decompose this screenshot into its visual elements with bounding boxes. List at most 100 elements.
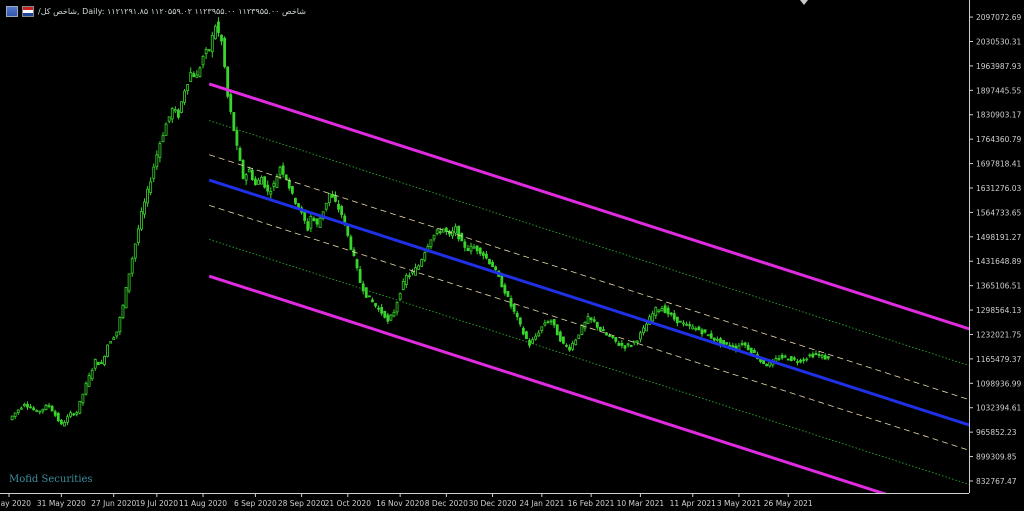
y-tick-label: 1963987.93 bbox=[976, 62, 1022, 71]
candle-body bbox=[466, 248, 470, 251]
candle bbox=[337, 200, 340, 213]
candle-body bbox=[783, 355, 787, 358]
candle bbox=[269, 187, 273, 199]
candle-body bbox=[521, 327, 525, 335]
candle-body bbox=[780, 354, 784, 359]
candle bbox=[558, 330, 562, 343]
candle bbox=[180, 101, 183, 114]
candle-body bbox=[244, 174, 248, 181]
candle bbox=[173, 106, 177, 114]
candle bbox=[349, 234, 353, 251]
candle-body bbox=[469, 245, 473, 252]
x-tick-label: 27 Jun 2020 bbox=[91, 499, 136, 508]
x-tick-label: 16 Nov 2020 bbox=[376, 499, 424, 508]
candle-body bbox=[811, 353, 815, 358]
candle-body bbox=[700, 329, 704, 335]
candle bbox=[355, 258, 359, 271]
candle bbox=[50, 404, 54, 412]
candle-body bbox=[712, 337, 716, 341]
candle-body bbox=[432, 234, 436, 240]
flag-icon[interactable] bbox=[22, 5, 34, 17]
candle-body bbox=[796, 361, 799, 363]
candle bbox=[383, 310, 387, 319]
candle bbox=[814, 350, 818, 355]
candle bbox=[574, 338, 578, 346]
candle-body bbox=[189, 72, 193, 82]
y-tick-label: 1897445.55 bbox=[976, 86, 1022, 95]
candle bbox=[260, 175, 263, 185]
candle-body bbox=[743, 342, 747, 346]
y-tick-label: 1697818.41 bbox=[976, 160, 1022, 169]
candle-body bbox=[133, 243, 137, 259]
candle bbox=[660, 305, 664, 312]
candle-body bbox=[337, 203, 340, 210]
collapse-arrow-icon[interactable] bbox=[800, 0, 808, 5]
candle bbox=[448, 229, 451, 238]
candle bbox=[266, 180, 270, 196]
candle bbox=[826, 356, 830, 361]
candle bbox=[811, 351, 815, 359]
candle-body bbox=[534, 335, 538, 340]
candle-body bbox=[106, 344, 109, 357]
candle-body bbox=[26, 403, 29, 408]
candle-body bbox=[478, 247, 482, 254]
regression-lower-line bbox=[208, 274, 887, 493]
candle bbox=[780, 352, 784, 360]
candle bbox=[19, 406, 23, 410]
candle-body bbox=[266, 184, 270, 192]
candle-body bbox=[235, 130, 239, 146]
candle-body bbox=[488, 258, 491, 265]
candle-body bbox=[589, 317, 593, 321]
candle-body bbox=[562, 336, 565, 344]
candle-body bbox=[722, 340, 725, 345]
candle bbox=[213, 24, 217, 40]
candle bbox=[38, 410, 42, 415]
candle bbox=[358, 265, 362, 283]
candle bbox=[506, 290, 510, 298]
candle-body bbox=[364, 287, 368, 298]
candle-body bbox=[768, 361, 772, 367]
candle-body bbox=[512, 304, 516, 312]
candle-body bbox=[537, 332, 541, 337]
candle bbox=[552, 319, 556, 329]
candle-body bbox=[472, 246, 476, 249]
candle bbox=[155, 150, 159, 171]
candle-body bbox=[629, 345, 633, 347]
candle-body bbox=[275, 176, 279, 189]
candle bbox=[374, 302, 377, 308]
candle bbox=[377, 305, 381, 312]
candle-body bbox=[303, 211, 307, 221]
candle bbox=[432, 234, 436, 242]
candle-body bbox=[232, 112, 236, 131]
candle-body bbox=[69, 412, 72, 417]
candle-body bbox=[404, 275, 408, 286]
candle bbox=[669, 312, 673, 317]
candle bbox=[429, 239, 433, 250]
candle bbox=[115, 331, 119, 339]
candle-body bbox=[284, 174, 288, 180]
candle-body bbox=[223, 37, 227, 67]
candle bbox=[327, 193, 331, 207]
chart-title-bar: /شاخص کل, Daily: ۱۱۲۱۲۹۱.۸۵ ۱۱۲۰۵۵۹.۰۲ ۱… bbox=[6, 4, 306, 18]
candle-body bbox=[789, 356, 793, 362]
candle bbox=[241, 159, 245, 180]
y-tick-label: 832767.47 bbox=[976, 477, 1017, 486]
candle-body bbox=[691, 326, 695, 330]
candle bbox=[75, 410, 79, 417]
candle bbox=[192, 71, 196, 78]
candle bbox=[632, 340, 636, 346]
candle bbox=[235, 126, 239, 151]
candle bbox=[531, 337, 534, 344]
candle-body bbox=[518, 317, 522, 325]
candle-body bbox=[694, 328, 698, 330]
candle bbox=[789, 356, 793, 362]
candle bbox=[549, 319, 553, 326]
candle-body bbox=[13, 412, 17, 417]
y-tick-label: 1830903.17 bbox=[976, 111, 1022, 120]
window-icon[interactable] bbox=[6, 5, 18, 17]
candle-body bbox=[549, 320, 553, 323]
y-tick-label: 1032394.61 bbox=[976, 404, 1022, 413]
candle bbox=[161, 132, 165, 143]
candle-body bbox=[740, 343, 744, 345]
candle bbox=[290, 186, 294, 195]
